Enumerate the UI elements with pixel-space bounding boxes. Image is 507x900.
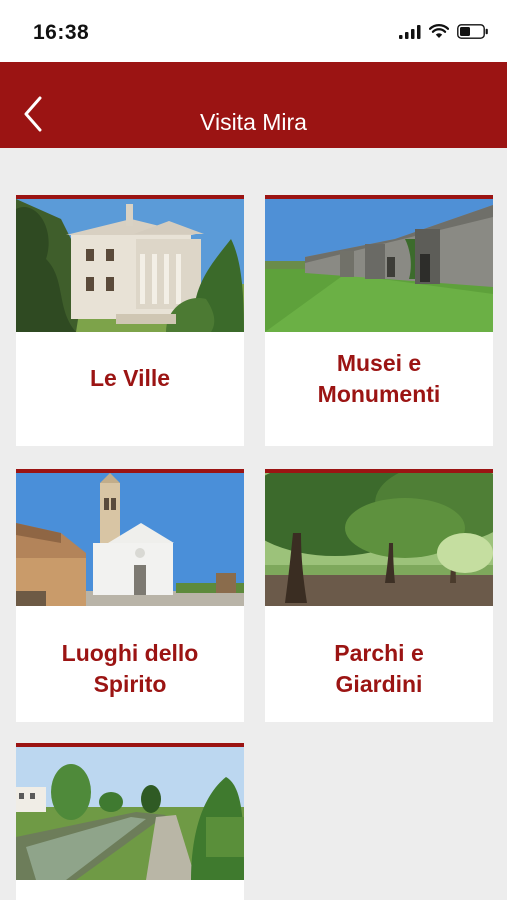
card-label: Le Ville bbox=[16, 363, 244, 394]
card-label: Parchi e Giardini bbox=[265, 638, 493, 700]
signal-icon bbox=[399, 24, 421, 39]
park-photo bbox=[265, 473, 493, 606]
card-canal[interactable] bbox=[16, 743, 244, 900]
church-photo bbox=[16, 473, 244, 606]
category-grid: Le Ville Musei e Monumenti Luoghi dello … bbox=[0, 148, 507, 900]
fortress-photo bbox=[265, 199, 493, 332]
canal-photo bbox=[16, 747, 244, 880]
villa-photo bbox=[16, 199, 244, 332]
page-title: Visita Mira bbox=[200, 109, 307, 135]
card-label-line: Parchi e bbox=[334, 640, 424, 666]
status-icons bbox=[399, 24, 489, 39]
card-label-line: Luoghi dello bbox=[61, 640, 199, 666]
card-musei-monumenti[interactable]: Musei e Monumenti bbox=[265, 195, 493, 446]
card-le-ville[interactable]: Le Ville bbox=[16, 195, 244, 446]
card-label-line: Le Ville bbox=[89, 365, 171, 391]
card-luoghi-spirito[interactable]: Luoghi dello Spirito bbox=[16, 469, 244, 722]
status-bar: 16:38 bbox=[0, 0, 507, 62]
card-label-line: Musei e bbox=[336, 350, 422, 376]
card-label-line: Monumenti bbox=[317, 381, 441, 407]
nav-bar: Visita Mira bbox=[0, 62, 507, 148]
card-label: Luoghi dello Spirito bbox=[16, 638, 244, 700]
battery-icon bbox=[457, 24, 488, 39]
status-time: 16:38 bbox=[33, 21, 90, 44]
card-label-line: Spirito bbox=[93, 671, 167, 697]
card-parchi-giardini[interactable]: Parchi e Giardini bbox=[265, 469, 493, 722]
card-label: Musei e Monumenti bbox=[265, 348, 493, 410]
wifi-icon bbox=[429, 24, 449, 38]
card-label-line: Giardini bbox=[335, 671, 423, 697]
